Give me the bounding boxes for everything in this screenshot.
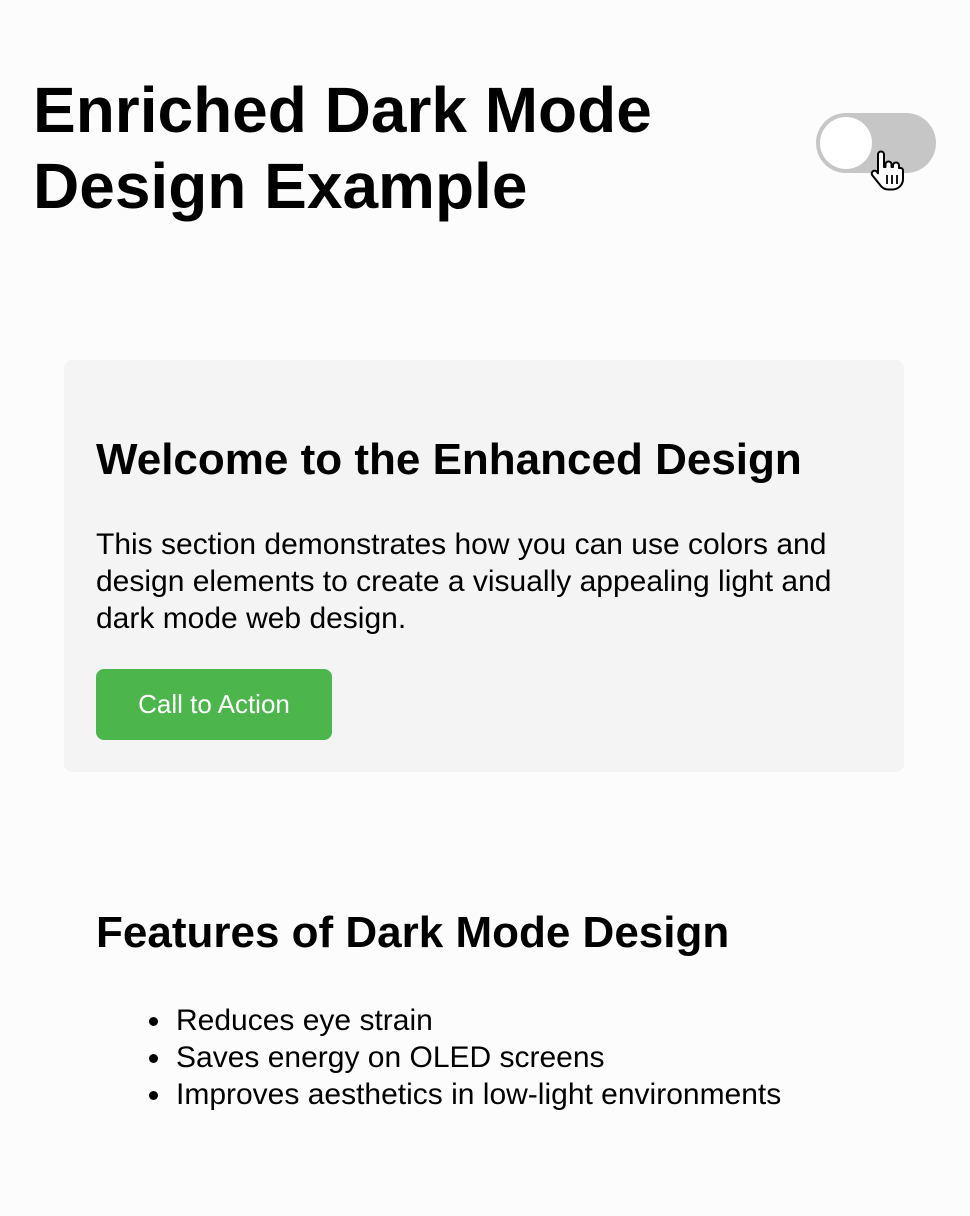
features-list: Reduces eye strain Saves energy on OLED … bbox=[96, 1002, 781, 1113]
toggle-knob bbox=[820, 117, 872, 169]
welcome-heading: Welcome to the Enhanced Design bbox=[96, 435, 802, 484]
bullet-icon bbox=[149, 1091, 158, 1100]
feature-text: Saves energy on OLED screens bbox=[176, 1041, 605, 1074]
list-item: Improves aesthetics in low-light environ… bbox=[96, 1076, 781, 1113]
feature-text: Improves aesthetics in low-light environ… bbox=[176, 1078, 782, 1111]
hand-pointer-icon bbox=[870, 150, 904, 191]
welcome-description: This section demonstrates how you can us… bbox=[96, 528, 832, 635]
list-item: Saves energy on OLED screens bbox=[96, 1039, 781, 1076]
page-title: Enriched Dark Mode Design Example bbox=[33, 74, 652, 222]
features-section: Features of Dark Mode Design Reduces eye… bbox=[96, 900, 916, 1140]
page-header: Enriched Dark Mode Design Example bbox=[0, 0, 970, 260]
features-heading: Features of Dark Mode Design bbox=[96, 908, 730, 957]
bullet-icon bbox=[149, 1054, 158, 1063]
bullet-icon bbox=[149, 1017, 158, 1026]
welcome-card: Welcome to the Enhanced Design This sect… bbox=[64, 360, 904, 772]
list-item: Reduces eye strain bbox=[96, 1002, 781, 1039]
call-to-action-button[interactable]: Call to Action bbox=[96, 669, 332, 740]
feature-text: Reduces eye strain bbox=[176, 1004, 433, 1037]
